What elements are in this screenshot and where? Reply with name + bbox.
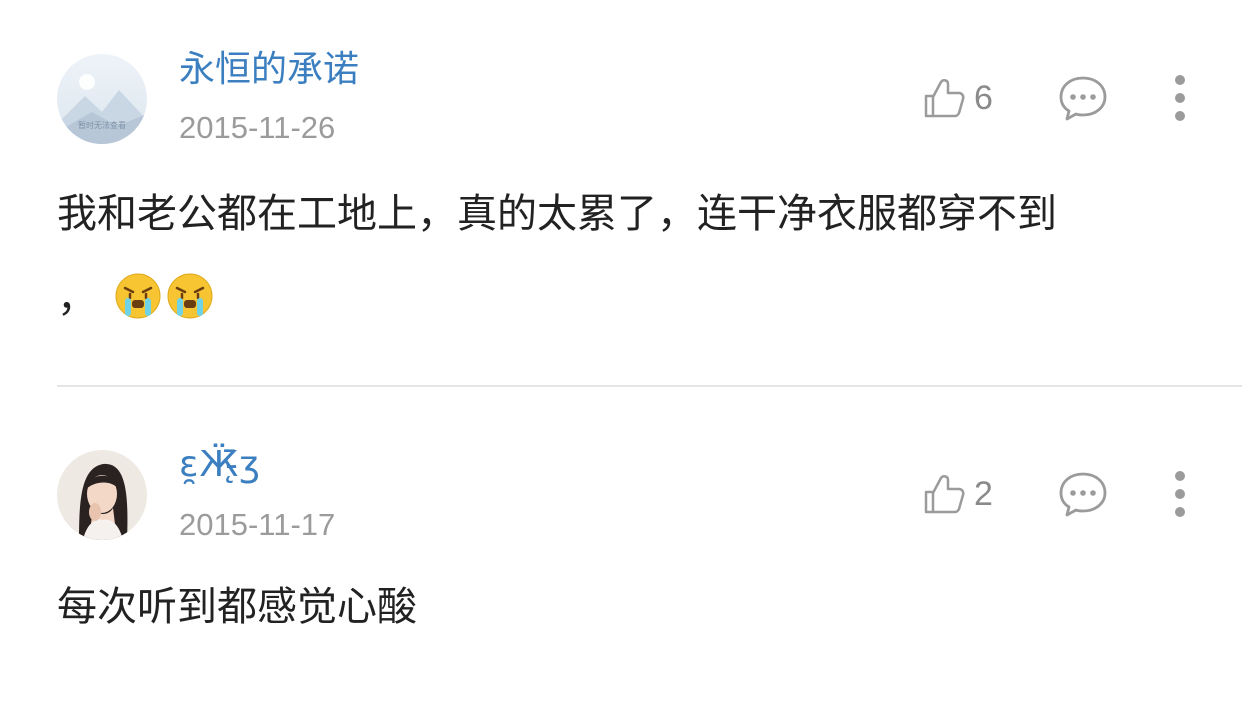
comment-text-line: 每次听到都感觉心酸 (57, 584, 417, 630)
thumbs-up-icon (924, 79, 965, 118)
comment-date: 2015-11-17 (179, 507, 336, 542)
more-options-icon[interactable] (1170, 470, 1190, 518)
avatar-placeholder-icon: 暂时无法查看 (57, 54, 147, 144)
like-button[interactable]: 2 (922, 470, 993, 518)
avatar-caption: 暂时无法查看 (78, 120, 126, 130)
like-count: 6 (974, 78, 993, 117)
avatar[interactable] (57, 450, 147, 540)
comment-text-line: ， (57, 256, 1197, 340)
avatar-photo (57, 450, 147, 540)
comment-item: ɛ̯Ӝ̵̨̄ʒ 2015-11-17 2 每次听到都感觉心酸 (0, 387, 1242, 703)
username[interactable]: 永恒的承诺 (179, 52, 359, 88)
like-button[interactable]: 6 (922, 74, 993, 122)
comment-reply-icon[interactable] (1058, 470, 1108, 518)
crying-emoji-icon (115, 273, 161, 319)
comment-text: 每次听到都感觉心酸 (57, 565, 1197, 649)
comment-date: 2015-11-26 (179, 110, 336, 145)
username[interactable]: ɛ̯Ӝ̵̨̄ʒ (179, 447, 261, 483)
comment-text: 我和老公都在工地上，真的太累了，连干净衣服都穿不到 ， (57, 172, 1197, 340)
comment-text-punctuation: ， (57, 275, 97, 321)
avatar[interactable]: 暂时无法查看 (57, 54, 147, 144)
more-options-icon[interactable] (1170, 74, 1190, 122)
thumbs-up-icon (924, 475, 965, 514)
like-count: 2 (974, 474, 993, 513)
crying-emoji-icon (167, 273, 213, 319)
comment-text-line: 我和老公都在工地上，真的太累了，连干净衣服都穿不到 (57, 191, 1057, 237)
comment-reply-icon[interactable] (1058, 74, 1108, 122)
comment-item: 暂时无法查看 永恒的承诺 2015-11-26 6 我和老公都在工地上，真的太累… (0, 0, 1242, 386)
